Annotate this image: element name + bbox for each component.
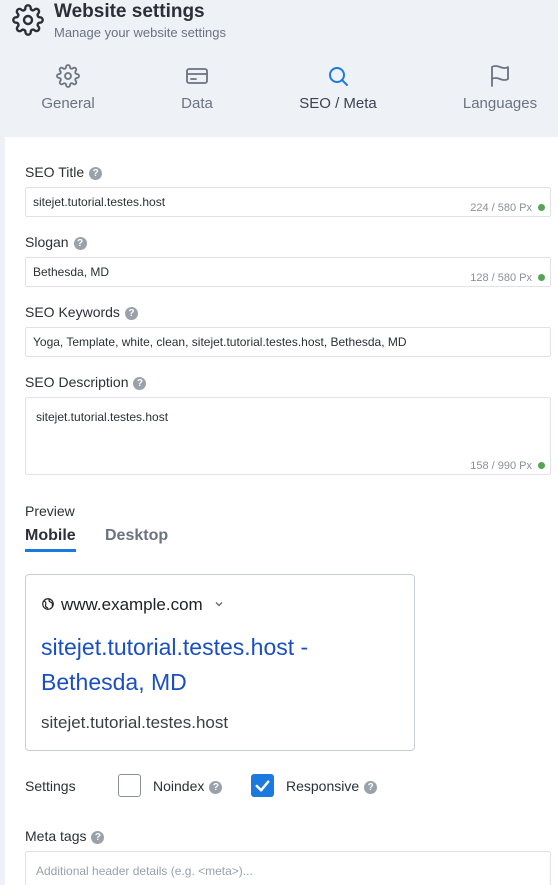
globe-icon (42, 598, 54, 610)
page-subtitle: Manage your website settings (54, 25, 226, 40)
seo-title-label: SEO Title? (25, 164, 103, 180)
tab-data[interactable]: Data (162, 64, 232, 112)
seo-description-value: sitejet.tutorial.testes.host (36, 410, 169, 424)
preview-label: Preview (25, 503, 75, 519)
preview-description: sitejet.tutorial.testes.host (41, 713, 229, 732)
gear-icon (12, 4, 44, 36)
chevron-down-icon[interactable] (213, 598, 225, 610)
flag-icon (491, 65, 509, 87)
tab-languages[interactable]: Languages (457, 64, 543, 112)
seo-keywords-value: Yoga, Template, white, clean, sitejet.tu… (33, 335, 407, 349)
help-icon[interactable]: ? (91, 831, 105, 844)
seo-title-counter: 224 / 580 Px (470, 202, 545, 214)
preview-title[interactable]: sitejet.tutorial.testes.host - Bethesda,… (41, 630, 401, 700)
noindex-checkbox[interactable] (118, 774, 141, 797)
search-icon (329, 67, 348, 86)
settings-label: Settings (25, 778, 76, 794)
help-icon[interactable]: ? (364, 781, 378, 794)
status-dot (538, 462, 545, 469)
tab-label: Data (181, 95, 213, 112)
meta-tags-placeholder: Additional header details (e.g. <meta>).… (36, 864, 253, 878)
seo-description-counter: 158 / 990 Px (470, 460, 545, 472)
tab-general[interactable]: General (28, 64, 108, 112)
status-dot (538, 204, 545, 211)
page-title: Website settings (54, 1, 205, 22)
tab-label: SEO / Meta (299, 95, 377, 112)
tab-label: General (41, 95, 95, 112)
slogan-label: Slogan? (25, 234, 87, 250)
seo-title-field[interactable]: sitejet.tutorial.testes.host 224 / 580 P… (25, 187, 551, 217)
meta-tags-field[interactable]: Additional header details (e.g. <meta>).… (25, 851, 551, 885)
help-icon[interactable]: ? (133, 377, 147, 390)
gear-icon (56, 64, 80, 88)
seo-title-value: sitejet.tutorial.testes.host (33, 195, 166, 209)
preview-tab-mobile[interactable]: Mobile (25, 527, 76, 552)
help-icon[interactable]: ? (89, 167, 103, 180)
search-preview-card: www.example.com sitejet.tutorial.testes.… (25, 574, 415, 751)
seo-keywords-label: SEO Keywords? (25, 304, 138, 320)
status-dot (538, 274, 545, 281)
responsive-checkbox[interactable] (251, 774, 274, 797)
seo-keywords-field[interactable]: Yoga, Template, white, clean, sitejet.tu… (25, 327, 551, 357)
settings-header: Website settings Manage your website set… (0, 0, 558, 137)
preview-url: www.example.com (41, 595, 225, 615)
settings-panel (5, 137, 558, 885)
preview-tab-desktop[interactable]: Desktop (105, 527, 168, 545)
tab-seo-meta[interactable]: SEO / Meta (293, 64, 383, 112)
noindex-label: Noindex? (153, 778, 223, 794)
seo-description-label: SEO Description? (25, 374, 147, 390)
slogan-counter: 128 / 580 Px (470, 272, 545, 284)
seo-description-field[interactable]: sitejet.tutorial.testes.host 158 / 990 P… (25, 397, 551, 475)
responsive-label: Responsive? (286, 778, 378, 794)
help-icon[interactable]: ? (124, 307, 138, 320)
meta-tags-label: Meta tags? (25, 828, 105, 844)
tab-label: Languages (462, 95, 538, 112)
card-icon (186, 68, 208, 84)
check-icon (255, 780, 270, 792)
slogan-value: Bethesda, MD (33, 265, 110, 279)
slogan-field[interactable]: Bethesda, MD 128 / 580 Px (25, 257, 551, 287)
help-icon[interactable]: ? (209, 781, 223, 794)
help-icon[interactable]: ? (73, 237, 87, 250)
